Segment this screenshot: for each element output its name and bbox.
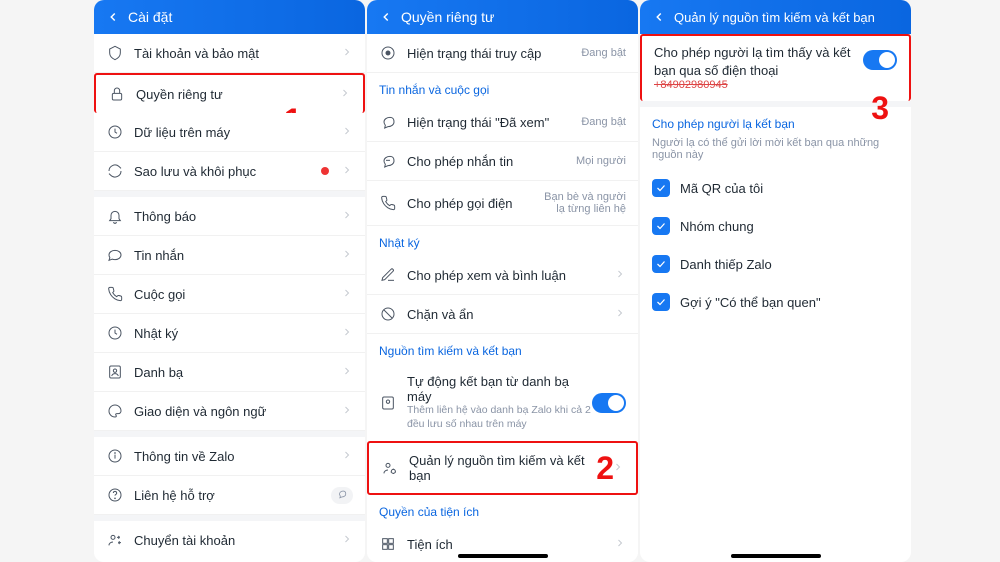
chevron-right-icon [614,268,626,283]
bell-icon [106,207,124,225]
chat-icon [106,246,124,264]
row-seen-status[interactable]: Hiện trạng thái "Đã xem" Đang bật [367,103,638,142]
row-online-status[interactable]: Hiện trạng thái truy cập Đang bật [367,34,638,73]
auto-friend-toggle[interactable] [592,393,626,413]
back-icon[interactable] [104,8,122,26]
edit-icon [379,266,397,284]
row-block-hide[interactable]: Chặn và ẩn [367,295,638,334]
checkbox-checked-icon[interactable] [652,255,670,273]
header-title: Cài đặt [128,9,172,25]
section-sources: Nguồn tìm kiếm và kết bạn [367,334,638,364]
chevron-right-icon [341,248,353,263]
info-icon [106,447,124,465]
chevron-right-icon [341,326,353,341]
dot-circle-icon [379,44,397,62]
row-switch-account[interactable]: Chuyển tài khoản [94,521,365,559]
row-diary[interactable]: Nhật ký [94,314,365,353]
privacy-screen: Quyền riêng tư Hiện trạng thái truy cập … [367,0,638,562]
row-view-comment[interactable]: Cho phép xem và bình luận [367,256,638,295]
section-allow-desc: Người lạ có thể gửi lời mời kết bạn qua … [640,137,911,169]
chevron-right-icon [341,209,353,224]
chevron-right-icon [341,365,353,380]
help-icon [106,486,124,504]
section-messages-calls: Tin nhắn và cuộc gọi [367,73,638,103]
contacts-icon [379,394,397,412]
manage-sources-screen: Quản lý nguồn tìm kiếm và kết bạn Cho ph… [640,0,911,562]
grid-icon [379,535,397,553]
phone-icon [106,285,124,303]
back-icon[interactable] [650,8,668,26]
header: Cài đặt [94,0,365,34]
block-icon [379,305,397,323]
user-gear-icon [381,459,399,477]
section-diary: Nhật ký [367,226,638,256]
row-contacts[interactable]: Danh bạ [94,353,365,392]
palette-icon [106,402,124,420]
row-allow-messaging[interactable]: Cho phép nhắn tin Mọi người [367,142,638,181]
row-src-card[interactable]: Danh thiếp Zalo [640,245,911,283]
checkbox-checked-icon[interactable] [652,293,670,311]
chevron-right-icon [341,287,353,302]
row-src-group[interactable]: Nhóm chung [640,207,911,245]
row-account-security[interactable]: Tài khoản và bảo mật [94,34,365,73]
row-src-suggest[interactable]: Gợi ý "Có thể bạn quen" [640,283,911,321]
chevron-right-icon [339,87,351,102]
chevron-right-icon [341,533,353,548]
chat-icon [379,152,397,170]
chevron-right-icon [341,164,353,179]
back-icon[interactable] [377,8,395,26]
phone-number: +84902980945 [654,79,863,91]
step-3-marker: 3 [871,90,889,127]
switch-user-icon [106,531,124,549]
header: Quản lý nguồn tìm kiếm và kết bạn [640,0,911,34]
lock-icon [108,85,126,103]
row-allow-calls[interactable]: Cho phép gọi điện Bạn bè và người lạ từn… [367,181,638,226]
chevron-right-icon [341,125,353,140]
clock-icon [106,123,124,141]
contacts-icon [106,363,124,381]
shield-icon [106,44,124,62]
row-device-data[interactable]: Dữ liệu trên máy [94,113,365,152]
refresh-icon [106,162,124,180]
chevron-right-icon [341,46,353,61]
row-messages[interactable]: Tin nhắn [94,236,365,275]
row-notifications[interactable]: Thông báo [94,197,365,236]
row-auto-friend[interactable]: Tự động kết bạn từ danh bạ máy Thêm liên… [367,364,638,441]
home-indicator-icon [731,554,821,558]
header: Quyền riêng tư [367,0,638,34]
row-appearance[interactable]: Giao diện và ngôn ngữ [94,392,365,431]
chevron-right-icon [614,307,626,322]
section-extensions: Quyền của tiện ích [367,495,638,525]
row-about[interactable]: Thông tin về Zalo [94,437,365,476]
home-indicator-icon [458,554,548,558]
row-backup[interactable]: Sao lưu và khôi phục [94,152,365,191]
phone-icon [379,194,397,212]
alert-dot-icon [321,167,329,175]
chevron-right-icon [614,537,626,552]
row-privacy[interactable]: Quyền riêng tư [94,73,365,113]
row-calls[interactable]: Cuộc gọi [94,275,365,314]
settings-screen: Cài đặt Tài khoản và bảo mật Quyền riêng… [94,0,365,562]
chat-support-icon[interactable] [331,487,353,504]
chevron-right-icon [341,449,353,464]
chevron-right-icon [341,404,353,419]
header-title: Quyền riêng tư [401,9,494,25]
step-2-marker: 2 [596,450,614,487]
checkbox-checked-icon[interactable] [652,179,670,197]
find-by-phone-toggle[interactable] [863,50,897,70]
header-title: Quản lý nguồn tìm kiếm và kết bạn [674,10,875,25]
row-src-qr[interactable]: Mã QR của tôi [640,169,911,207]
checkbox-checked-icon[interactable] [652,217,670,235]
eye-bubble-icon [379,113,397,131]
clock-icon [106,324,124,342]
row-help[interactable]: Liên hệ hỗ trợ [94,476,365,515]
